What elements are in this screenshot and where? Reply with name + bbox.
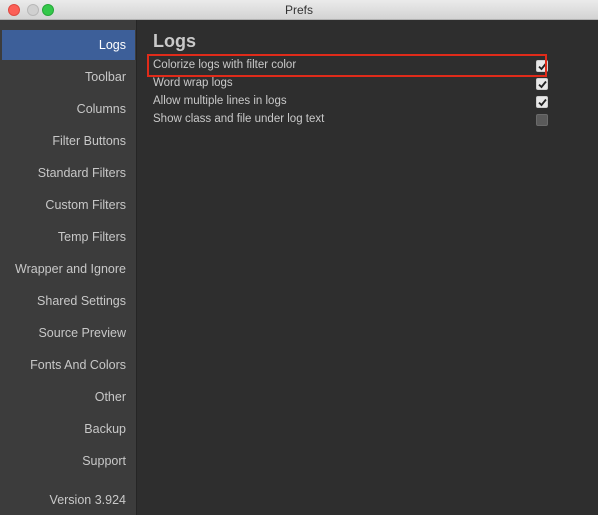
logs-settings-panel: Logs Colorize logs with filter color Wor… bbox=[137, 20, 598, 515]
prefs-window: Prefs Logs Toolbar Columns Filter Button… bbox=[0, 0, 598, 515]
option-label: Show class and file under log text bbox=[153, 113, 325, 125]
sidebar-item-support[interactable]: Support bbox=[2, 446, 135, 476]
option-label: Word wrap logs bbox=[153, 77, 233, 89]
sidebar-item-wrapper-and-ignore[interactable]: Wrapper and Ignore bbox=[2, 254, 135, 284]
page-title: Logs bbox=[153, 31, 196, 51]
window-title: Prefs bbox=[284, 3, 313, 17]
version-label: Version 3.924 bbox=[49, 493, 126, 507]
sidebar-item-source-preview[interactable]: Source Preview bbox=[2, 318, 135, 348]
checkmark-icon bbox=[538, 62, 547, 71]
sidebar-item-backup[interactable]: Backup bbox=[2, 414, 135, 444]
sidebar: Logs Toolbar Columns Filter Buttons Stan… bbox=[0, 20, 137, 515]
sidebar-item-other[interactable]: Other bbox=[2, 382, 135, 412]
colorize-logs-checkbox[interactable] bbox=[536, 60, 548, 72]
word-wrap-checkbox[interactable] bbox=[536, 78, 548, 90]
sidebar-item-fonts-and-colors[interactable]: Fonts And Colors bbox=[2, 350, 135, 380]
option-colorize-logs: Colorize logs with filter color bbox=[153, 57, 548, 75]
option-word-wrap: Word wrap logs bbox=[153, 75, 548, 93]
sidebar-item-temp-filters[interactable]: Temp Filters bbox=[2, 222, 135, 252]
multiple-lines-checkbox[interactable] bbox=[536, 96, 548, 108]
checkmark-icon bbox=[538, 98, 547, 107]
option-show-class-file: Show class and file under log text bbox=[153, 111, 548, 129]
sidebar-item-columns[interactable]: Columns bbox=[2, 94, 135, 124]
option-multiple-lines: Allow multiple lines in logs bbox=[153, 93, 548, 111]
sidebar-item-filter-buttons[interactable]: Filter Buttons bbox=[2, 126, 135, 156]
option-label: Colorize logs with filter color bbox=[153, 59, 297, 71]
checkmark-icon bbox=[538, 80, 547, 89]
show-class-file-checkbox[interactable] bbox=[536, 114, 548, 126]
sidebar-item-toolbar[interactable]: Toolbar bbox=[2, 62, 135, 92]
option-label: Allow multiple lines in logs bbox=[153, 95, 287, 107]
sidebar-item-custom-filters[interactable]: Custom Filters bbox=[2, 190, 135, 220]
title-bar: Prefs bbox=[0, 0, 598, 20]
sidebar-item-logs[interactable]: Logs bbox=[2, 30, 135, 60]
sidebar-item-standard-filters[interactable]: Standard Filters bbox=[2, 158, 135, 188]
sidebar-item-shared-settings[interactable]: Shared Settings bbox=[2, 286, 135, 316]
